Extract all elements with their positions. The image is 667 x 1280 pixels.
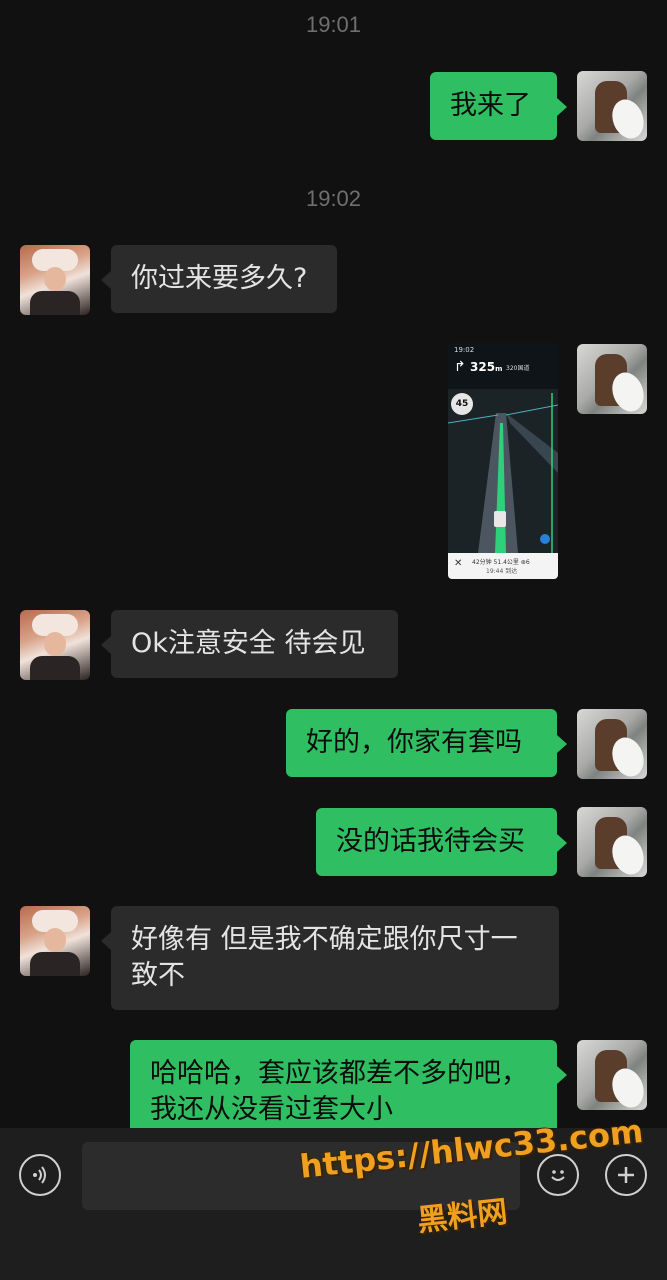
message-bubble-received[interactable]: 你过来要多久? [101,245,337,313]
message-bubble-received[interactable]: Ok注意安全 待会见 [101,610,398,678]
message-bubble-sent[interactable]: 没的话我待会买 [316,808,567,876]
timestamp: 19:02 [305,186,362,211]
avatar-contact[interactable] [20,610,90,680]
message-bubble-sent[interactable]: 我来了 [430,72,567,140]
message-bubble-sent[interactable]: 好的，你家有套吗 [286,709,567,777]
message-bubble-received[interactable]: 好像有 但是我不确定跟你尺寸一致不 [101,906,559,1010]
avatar-self[interactable] [577,344,647,414]
avatar-self[interactable] [577,71,647,141]
navigation-screenshot-image[interactable]: 19:02 ↱ 325m 320国道 45 ✕ 42分钟 51.4公里 ⊛6 1… [448,343,558,579]
map-roads [448,393,558,553]
avatar-self[interactable] [577,1040,647,1110]
avatar-contact[interactable] [20,906,90,976]
avatar-self[interactable] [577,709,647,779]
avatar-contact[interactable] [20,245,90,315]
voice-icon[interactable] [19,1154,61,1196]
close-icon: ✕ [454,558,463,569]
speed-limit-sign: 45 [451,393,473,415]
plus-icon[interactable] [605,1154,647,1196]
timestamp: 19:01 [305,12,362,37]
nav-eta-summary: 42分钟 51.4公里 ⊛6 [472,559,530,566]
nav-footer: ✕ 42分钟 51.4公里 ⊛6 19:44 到达 [448,553,558,579]
nav-arrival-time: 19:44 到达 [486,568,518,575]
watermark-site-name: 黑料网 [415,1194,510,1239]
avatar-self[interactable] [577,807,647,877]
